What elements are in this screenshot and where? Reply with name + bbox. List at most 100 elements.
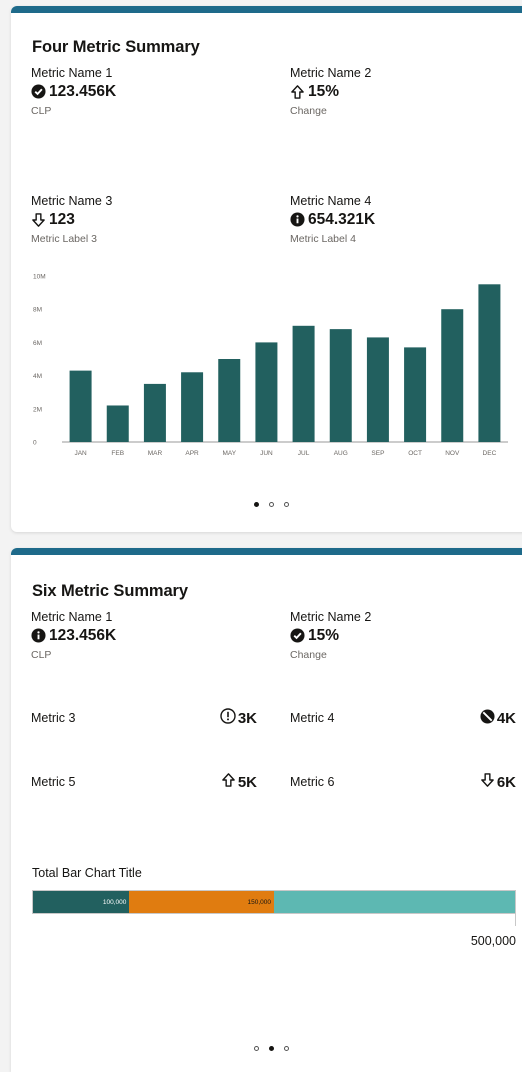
bar-nov[interactable] (441, 309, 464, 442)
carousel-dot-3[interactable] (283, 502, 289, 507)
x-tick-label: MAR (148, 450, 163, 457)
metric-name: Metric 6 (290, 775, 335, 789)
metric-value-row: 15% (290, 626, 522, 645)
bar-jun[interactable] (255, 342, 278, 442)
bar-aug[interactable] (329, 329, 352, 442)
total-bar-chart: 100,000 150,000 (32, 890, 516, 914)
metric-6-row: Metric 6 6K (290, 772, 516, 792)
metric-name: Metric 5 (31, 775, 76, 789)
y-tick-label: 6M (33, 340, 42, 347)
metric-value-group: 3K (220, 708, 257, 728)
carousel-dot-3[interactable] (283, 1046, 289, 1051)
bar-mar[interactable] (143, 383, 166, 442)
metric-label: CLP (31, 649, 52, 661)
carousel-dot-1[interactable] (253, 502, 259, 507)
metric-1: Metric Name 1 123.456K CLP (31, 66, 271, 118)
metric-name: Metric Name 2 (290, 610, 372, 624)
metric-name: Metric 4 (290, 711, 335, 725)
metric-2: Metric Name 2 15% Change (290, 66, 522, 118)
blocked-icon (480, 708, 495, 728)
metric-3: Metric Name 3 123 Metric Label 3 (31, 194, 271, 246)
total-bar-total-label: 500,000 (470, 934, 516, 948)
metric-value: 5K (237, 773, 257, 791)
metric-name: Metric 3 (31, 711, 76, 725)
x-tick-label: DEC (483, 450, 497, 457)
metric-4-row: Metric 4 4K (290, 708, 516, 728)
carousel-dots (11, 1046, 522, 1051)
arrow-up-icon (290, 84, 305, 100)
carousel-dots (11, 502, 522, 507)
info-circle-icon (290, 212, 305, 227)
x-tick-label: SEP (371, 450, 384, 457)
metric-value-group: 5K (221, 772, 257, 792)
bar-jan[interactable] (69, 370, 92, 442)
x-tick-label: JUL (298, 450, 310, 457)
metric-name: Metric Name 3 (31, 194, 113, 208)
carousel-dot-1[interactable] (253, 1046, 259, 1051)
metric-value-row: 123.456K (31, 82, 271, 101)
four-metric-summary-card: Four Metric Summary Metric Name 1 123.45… (11, 6, 522, 532)
total-bar-segment-3[interactable] (273, 891, 515, 913)
x-tick-label: JUN (260, 450, 273, 457)
bar-oct[interactable] (404, 347, 427, 442)
card-title: Four Metric Summary (32, 38, 200, 56)
metric-5-row: Metric 5 5K (31, 772, 257, 792)
bar-jul[interactable] (292, 325, 315, 442)
metric-value: 15% (308, 83, 340, 100)
check-circle-icon (31, 84, 46, 99)
metric-value: 6K (496, 773, 516, 791)
metric-value: 123.456K (49, 627, 117, 644)
warning-circle-icon (220, 708, 236, 728)
six-metric-summary-card: Six Metric Summary Metric Name 1 123.456… (11, 548, 522, 1072)
y-tick-label: 2M (33, 406, 42, 413)
metric-label: Metric Label 3 (31, 233, 97, 245)
check-circle-icon (290, 628, 305, 643)
metric-name: Metric Name 2 (290, 66, 372, 80)
metric-value: 4K (496, 709, 516, 727)
x-tick-label: NOV (445, 450, 460, 457)
metric-value-row: 654.321K (290, 210, 522, 229)
bar-may[interactable] (218, 359, 241, 442)
metric-value: 15% (308, 627, 340, 644)
metric-label: Change (290, 649, 327, 661)
y-tick-label: 8M (33, 307, 42, 314)
total-bar-chart-title: Total Bar Chart Title (32, 866, 142, 880)
metric-name: Metric Name 1 (31, 610, 113, 624)
bar-apr[interactable] (181, 372, 204, 442)
metric-value: 3K (237, 709, 257, 727)
metric-3-row: Metric 3 3K (31, 708, 257, 728)
metric-2: Metric Name 2 15% Change (290, 610, 522, 662)
card-accent-bar (11, 6, 522, 13)
arrow-down-icon (31, 212, 46, 228)
total-bar-segment-2[interactable]: 150,000 (129, 891, 274, 913)
metric-name: Metric Name 4 (290, 194, 372, 208)
x-tick-label: FEB (111, 450, 124, 457)
x-tick-label: MAY (222, 450, 236, 457)
metric-label: CLP (31, 105, 52, 117)
bar-dec[interactable] (478, 284, 501, 442)
bar-sep[interactable] (366, 337, 389, 442)
info-circle-icon (31, 628, 46, 643)
total-bar-tick (515, 914, 516, 926)
monthly-bar-chart: 0 2M 4M 6M 8M 10M JAN FEB MAR APR MAY JUN JUL AUG SEP O… (33, 274, 508, 457)
metric-value-row: 123 (31, 210, 271, 229)
carousel-dot-2[interactable] (268, 1046, 274, 1051)
metric-1: Metric Name 1 123.456K CLP (31, 610, 271, 662)
x-tick-label: JAN (74, 450, 87, 457)
metric-label: Change (290, 105, 327, 117)
metric-value-row: 15% (290, 82, 522, 101)
y-tick-label: 4M (33, 373, 42, 380)
arrow-down-icon (480, 772, 495, 792)
bar-feb[interactable] (106, 405, 129, 442)
x-tick-label: APR (185, 450, 199, 457)
metric-value-group: 6K (480, 772, 516, 792)
y-tick-label: 0 (33, 440, 37, 447)
metric-value-row: 123.456K (31, 626, 271, 645)
arrow-up-icon (221, 772, 236, 792)
carousel-dot-2[interactable] (268, 502, 274, 507)
x-tick-label: AUG (334, 450, 348, 457)
metric-label: Metric Label 4 (290, 233, 356, 245)
metric-name: Metric Name 1 (31, 66, 113, 80)
card-accent-bar (11, 548, 522, 555)
total-bar-segment-1[interactable]: 100,000 (33, 891, 130, 913)
